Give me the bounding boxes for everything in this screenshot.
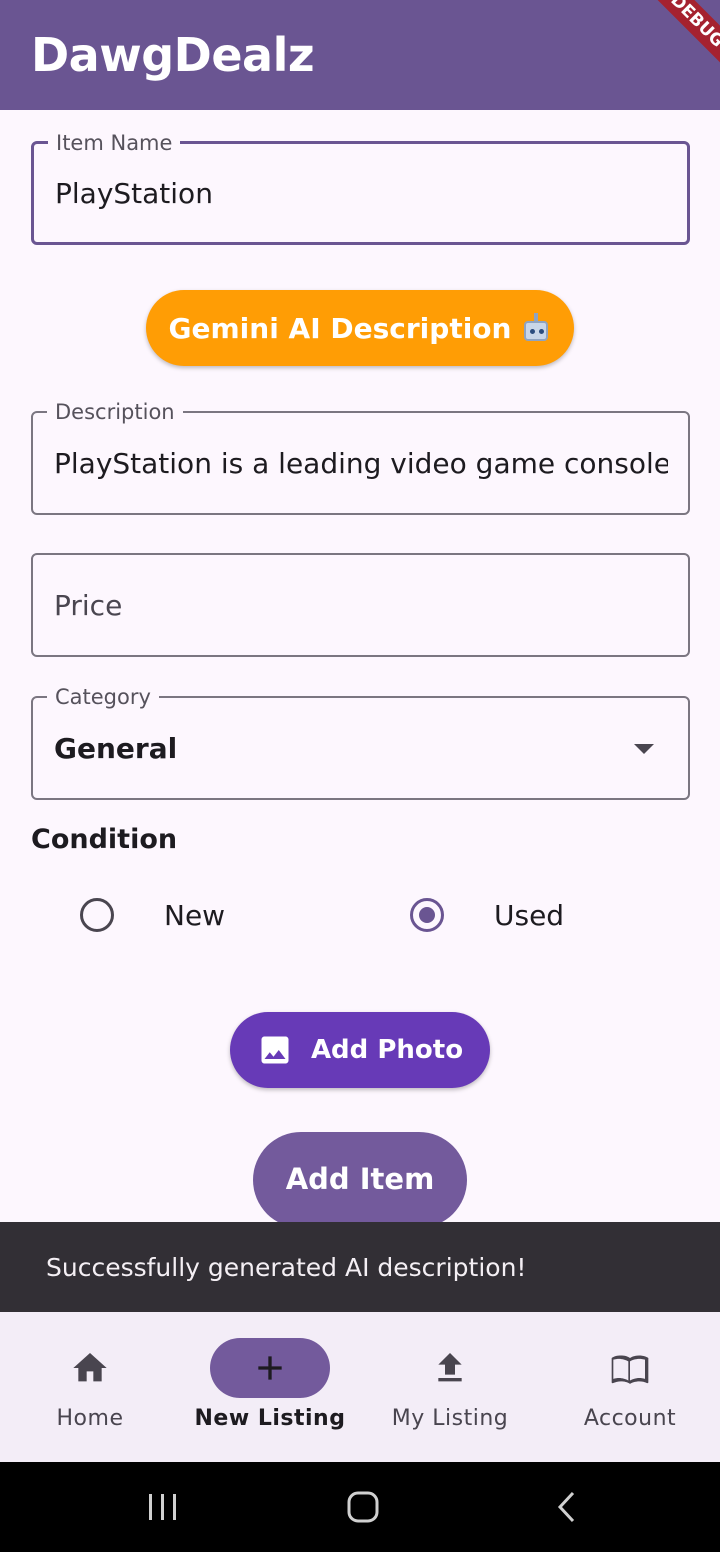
price-field[interactable]: Price [31,553,690,657]
price-input[interactable]: Price [54,555,668,655]
app-title: DawgDealz [31,28,315,82]
bottom-navigation: Home New Listing My Listing Account [0,1312,720,1462]
nav-label-home: Home [56,1406,124,1431]
nav-label-my-listing: My Listing [391,1406,509,1431]
gemini-ai-description-button[interactable]: Gemini AI Description [146,290,574,366]
home-button-icon[interactable] [346,1490,380,1524]
add-photo-button[interactable]: Add Photo [230,1012,490,1088]
nav-item-account[interactable]: Account [540,1312,720,1462]
add-item-label: Add Item [285,1162,435,1196]
image-icon [261,1036,289,1064]
nav-label-account: Account [583,1406,677,1431]
upload-icon [438,1353,462,1382]
add-photo-label: Add Photo [310,1035,464,1065]
robot-icon [521,313,551,343]
category-selected-value: General [54,731,178,765]
snackbar-message: Successfully generated AI description! [46,1252,527,1282]
dropdown-arrow-icon [634,744,654,754]
debug-banner: DEBUG [634,0,720,84]
add-item-button[interactable]: Add Item [253,1132,467,1228]
condition-option-new[interactable]: New [80,893,225,937]
nav-item-my-listing[interactable]: My Listing [360,1312,540,1462]
snackbar: Successfully generated AI description! [0,1222,720,1312]
radio-new[interactable] [80,898,114,932]
radio-used[interactable] [410,898,444,932]
nav-label-new-listing: New Listing [194,1406,346,1431]
nav-item-home[interactable]: Home [0,1312,180,1462]
category-dropdown[interactable]: Category General [31,684,690,800]
gemini-button-label: Gemini AI Description [168,311,512,345]
item-name-input[interactable]: PlayStation [55,144,667,242]
nav-item-new-listing[interactable]: New Listing [180,1312,360,1462]
recent-apps-icon[interactable] [146,1490,180,1524]
condition-title: Condition [31,824,178,855]
description-input[interactable]: PlayStation is a leading video game cons… [54,413,668,513]
back-icon[interactable] [552,1490,586,1524]
radio-new-label: New [164,898,226,932]
app-bar: DawgDealz DEBUG [0,0,720,110]
item-name-field[interactable]: Item Name PlayStation [31,130,690,245]
book-icon [611,1355,649,1384]
description-field[interactable]: Description PlayStation is a leading vid… [31,399,690,515]
system-navigation-bar [0,1462,720,1552]
home-icon [73,1353,107,1382]
add-icon [258,1356,282,1380]
radio-used-label: Used [494,898,565,932]
condition-option-used[interactable]: Used [410,893,564,937]
